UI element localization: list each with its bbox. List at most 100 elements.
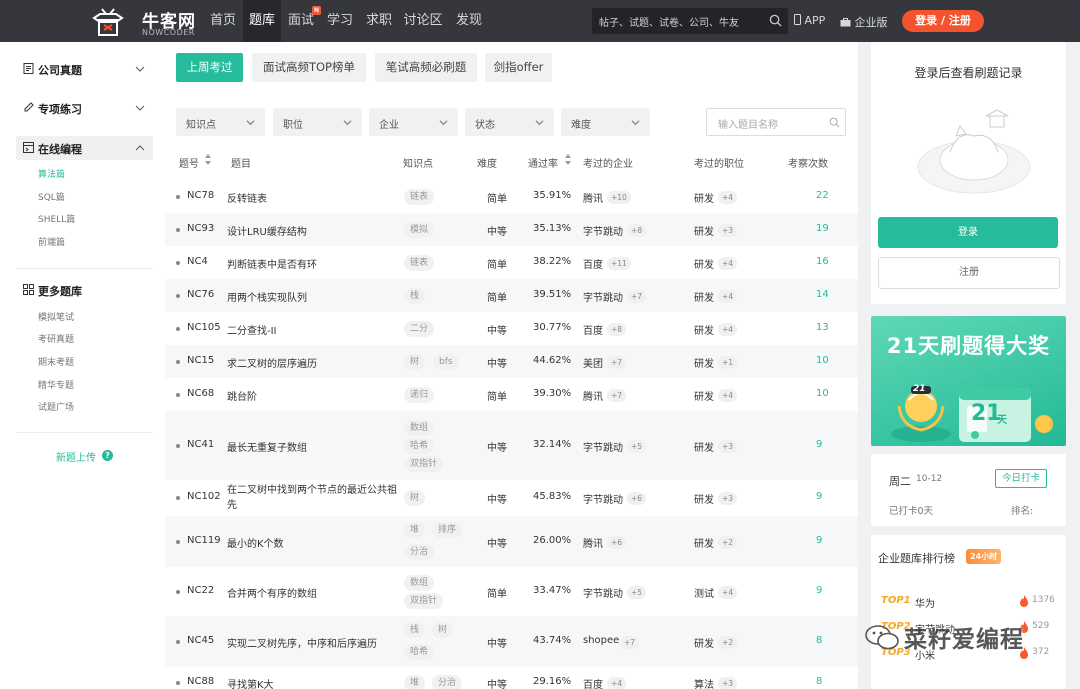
tab-interview-top[interactable]: 面试高频TOP榜单 — [252, 53, 366, 82]
table-row[interactable]: NC119 最小的K个数 堆排序 分治 中等 26.00% 腾讯 +6 研发 +2 9 — [165, 516, 858, 567]
position-more-badge[interactable]: +4 — [718, 388, 738, 402]
position-more-badge[interactable]: +1 — [718, 355, 738, 369]
table-row[interactable]: NC93 设计LRU缓存结构 模拟 中等 35.13% 字节跳动 +8 研发 +3 19 — [165, 213, 858, 246]
upload-question-link[interactable]: 新题上传 — [56, 449, 96, 464]
sidebar-item-frontend[interactable]: 前端篇 — [38, 235, 65, 248]
question-title[interactable]: 求二叉树的层序遍历 — [227, 355, 317, 370]
topic-tag[interactable]: 递归 — [404, 386, 435, 403]
company-more-badge[interactable]: +10 — [607, 190, 631, 204]
topic-tag[interactable]: 双指针 — [404, 592, 444, 609]
question-title[interactable]: 最小的K个数 — [227, 535, 284, 550]
question-title[interactable]: 用两个栈实现队列 — [227, 289, 307, 304]
table-row[interactable]: NC22 合并两个有序的数组 数组 双指针 简单 33.47% 字节跳动 +5 测试 +4 9 — [165, 567, 858, 616]
question-id[interactable]: NC119 — [187, 535, 221, 546]
login-register-button[interactable]: 登录 / 注册 — [902, 10, 984, 32]
company-more-badge[interactable]: +7 — [620, 635, 640, 649]
table-row[interactable]: NC45 实现二叉树先序，中序和后序遍历 栈树哈希 中等 43.74% shopee +7 研… — [165, 616, 858, 667]
company-more-badge[interactable]: +6 — [627, 492, 647, 505]
position-more-badge[interactable]: +3 — [718, 223, 738, 237]
question-id[interactable]: NC15 — [187, 355, 214, 366]
tab-offer[interactable]: 剑指offer — [485, 53, 552, 82]
nav-question-bank[interactable]: 题库 — [243, 0, 281, 42]
header-pass-rate[interactable]: 通过率 — [528, 155, 558, 170]
company-more-badge[interactable]: +7 — [607, 388, 627, 402]
site-logo[interactable]: 牛客网 NOWCODER — [90, 4, 200, 38]
table-row[interactable]: NC4 判断链表中是否有环 链表 简单 38.22% 百度 +11 研发 +4 16 — [165, 246, 858, 279]
nav-home[interactable]: 首页 — [203, 0, 243, 42]
question-title[interactable]: 寻找第K大 — [227, 676, 274, 689]
question-title[interactable]: 设计LRU缓存结构 — [227, 223, 307, 238]
enterprise-link[interactable]: 企业版 — [840, 14, 888, 30]
position-more-badge[interactable]: +4 — [718, 190, 738, 204]
question-id[interactable]: NC88 — [187, 676, 214, 687]
position-more-badge[interactable]: +4 — [718, 256, 738, 270]
side-login-button[interactable]: 登录 — [878, 217, 1058, 248]
question-title[interactable]: 反转链表 — [227, 190, 267, 205]
company-more-badge[interactable]: +7 — [627, 289, 647, 303]
question-id[interactable]: NC4 — [187, 256, 208, 267]
company-more-badge[interactable]: +7 — [607, 355, 627, 369]
table-row[interactable]: NC102 在二叉树中找到两个节点的最近公共祖先树 中等 45.83% 字节跳动 +6 研发… — [165, 480, 858, 516]
question-id[interactable]: NC22 — [187, 585, 214, 596]
company-more-badge[interactable]: +8 — [607, 322, 627, 336]
company-more-badge[interactable]: +6 — [607, 535, 627, 549]
sort-icon[interactable] — [564, 152, 572, 167]
filter-status[interactable]: 状态 — [465, 108, 554, 136]
topic-tag[interactable]: 链表 — [404, 188, 435, 205]
topic-tag[interactable]: 分治 — [404, 543, 435, 560]
position-more-badge[interactable]: +3 — [718, 677, 738, 689]
question-id[interactable]: NC78 — [187, 190, 214, 201]
sidebar-item-shell[interactable]: SHELL篇 — [38, 212, 75, 225]
sidebar-item-featured[interactable]: 精华专题 — [38, 378, 74, 391]
company-more-badge[interactable]: +8 — [627, 223, 647, 237]
app-link[interactable]: APP — [794, 14, 825, 27]
company-more-badge[interactable]: +4 — [607, 677, 627, 689]
header-id[interactable]: 题号 — [179, 155, 199, 170]
company-more-badge[interactable]: +11 — [607, 256, 631, 270]
question-title[interactable]: 实现二叉树先序，中序和后序遍历 — [227, 635, 377, 650]
position-more-badge[interactable]: +4 — [718, 289, 738, 303]
filter-position[interactable]: 职位 — [273, 108, 362, 136]
sidebar-item-postgrad[interactable]: 考研真题 — [38, 332, 74, 345]
topic-tag[interactable]: 树 — [404, 490, 426, 506]
question-id[interactable]: NC45 — [187, 635, 214, 646]
question-id[interactable]: NC76 — [187, 289, 214, 300]
nav-discuss[interactable]: 讨论区 — [400, 0, 446, 42]
search-icon[interactable] — [829, 117, 840, 128]
question-title[interactable]: 判断链表中是否有环 — [227, 256, 317, 271]
table-row[interactable]: NC105 二分查找-II 二分 中等 30.77% 百度 +8 研发 +4 13 — [165, 312, 858, 345]
question-id[interactable]: NC68 — [187, 388, 214, 399]
topic-tag[interactable]: 分治 — [432, 675, 463, 689]
nav-learn[interactable]: 学习 — [321, 0, 359, 42]
topic-tag[interactable]: 数组 — [404, 419, 435, 436]
position-more-badge[interactable]: +4 — [718, 585, 738, 599]
nav-jobs[interactable]: 求职 — [359, 0, 399, 42]
table-row[interactable]: NC68 跳台阶 递归 简单 39.30% 腾讯 +7 研发 +4 10 — [165, 378, 858, 411]
question-name-search[interactable]: 输入题目名称 — [706, 108, 846, 136]
filter-topic[interactable]: 知识点 — [176, 108, 265, 136]
sidebar-item-plaza[interactable]: 试题广场 — [38, 400, 74, 413]
sidebar-item-mock-exam[interactable]: 模拟笔试 — [38, 310, 74, 323]
topic-tag[interactable]: 树 — [404, 353, 426, 370]
topic-tag[interactable]: 哈希 — [404, 437, 435, 454]
question-id[interactable]: NC105 — [187, 322, 221, 333]
question-id[interactable]: NC93 — [187, 223, 214, 234]
table-row[interactable]: NC78 反转链表 链表 简单 35.91% 腾讯 +10 研发 +4 22 — [165, 180, 858, 213]
position-more-badge[interactable]: +4 — [718, 322, 738, 336]
topic-tag[interactable]: 二分 — [404, 320, 435, 337]
tab-written-must[interactable]: 笔试高频必刷题 — [375, 53, 477, 82]
position-more-badge[interactable]: +2 — [718, 635, 738, 649]
sidebar-special-practice[interactable]: 专项练习 — [16, 96, 153, 120]
table-row[interactable]: NC41 最长无重复子数组 数组 哈希 双指针 中等 32.14% 字节跳动 +5 研发 +3 9 — [165, 411, 858, 480]
sidebar-item-algorithm[interactable]: 算法篇 — [38, 167, 65, 180]
filter-difficulty[interactable]: 难度 — [561, 108, 650, 136]
table-row[interactable]: NC15 求二叉树的层序遍历 树 bfs 中等 44.62% 美团 +7 研发 +1 10 — [165, 345, 858, 378]
nav-interview[interactable]: 面试 N — [283, 0, 321, 42]
topic-tag[interactable]: 排序 — [432, 521, 463, 538]
question-id[interactable]: NC41 — [187, 439, 214, 450]
question-title[interactable]: 跳台阶 — [227, 388, 257, 403]
question-id[interactable]: NC102 — [187, 491, 221, 502]
table-row[interactable]: NC76 用两个栈实现队列 栈 简单 39.51% 字节跳动 +7 研发 +4 14 — [165, 279, 858, 312]
sidebar-online-coding[interactable]: 在线编程 — [16, 136, 153, 160]
topic-tag[interactable]: 链表 — [404, 254, 435, 271]
